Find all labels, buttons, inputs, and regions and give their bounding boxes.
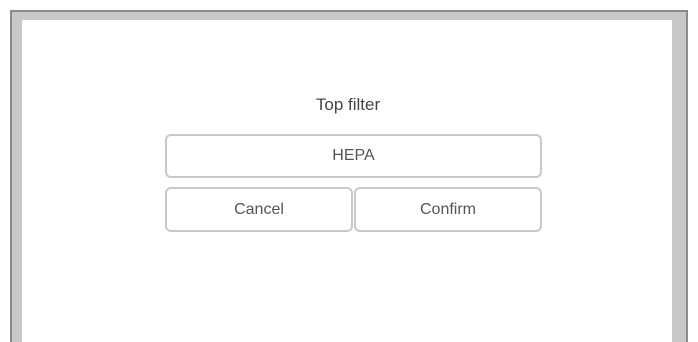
confirm-button[interactable]: Confirm	[354, 187, 542, 232]
dialog-panel: Top filter HEPA Cancel Confirm	[22, 20, 672, 342]
dialog-title: Top filter	[315, 95, 381, 114]
dialog-frame: Top filter HEPA Cancel Confirm	[10, 10, 688, 342]
filter-option-selector[interactable]: HEPA	[165, 134, 542, 178]
cancel-button[interactable]: Cancel	[165, 187, 353, 232]
